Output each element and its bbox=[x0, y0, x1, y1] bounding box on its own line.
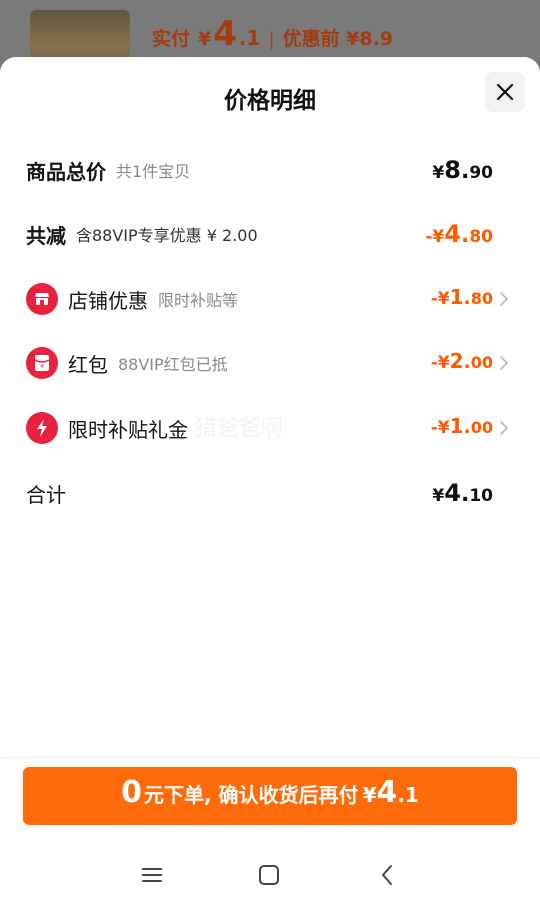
row-red-packet[interactable]: ¥ 红包 88VIP红包已抵 - ¥ 2 . 00 bbox=[0, 343, 540, 383]
amount-integer: 4 bbox=[444, 220, 461, 248]
shop-discount-label: 店铺优惠 bbox=[68, 288, 148, 313]
back-icon bbox=[382, 865, 392, 885]
paid-label: 实付 bbox=[152, 28, 191, 50]
amount-integer: 1 bbox=[449, 285, 464, 309]
amount-prefix: - bbox=[430, 418, 438, 438]
menu-button[interactable] bbox=[137, 860, 167, 890]
amount-yen: ¥ bbox=[437, 418, 450, 438]
amount-decimal: 00 bbox=[470, 353, 493, 372]
amount-prefix: - bbox=[430, 353, 438, 373]
cta-yen: ¥ bbox=[362, 783, 377, 807]
amount-decimal: 90 bbox=[469, 163, 493, 183]
red-packet-amount: - ¥ 2 . 00 bbox=[431, 343, 493, 383]
red-packet-label: 红包 bbox=[68, 352, 108, 377]
svg-text:¥: ¥ bbox=[40, 364, 44, 371]
sheet-title: 价格明细 bbox=[224, 88, 316, 114]
chevron-right-icon bbox=[500, 356, 509, 370]
order-button[interactable]: 0 元下单, 确认收货后再付 ¥ 4 .1 bbox=[23, 767, 517, 825]
shop-discount-amount: - ¥ 1 . 80 bbox=[431, 279, 493, 319]
bottom-divider bbox=[0, 757, 540, 758]
home-button[interactable] bbox=[254, 860, 284, 890]
amount-integer: 8 bbox=[444, 156, 461, 184]
amount-dot: . bbox=[460, 223, 470, 248]
amount-prefix: - bbox=[430, 289, 438, 309]
shop-icon bbox=[26, 283, 58, 315]
home-icon bbox=[259, 865, 279, 885]
shop-discount-note: 限时补贴等 bbox=[158, 291, 239, 310]
chevron-right-icon bbox=[500, 421, 509, 435]
amount-yen: ¥ bbox=[437, 289, 450, 309]
total-price-label: 商品总价 bbox=[26, 159, 106, 184]
amount-yen: ¥ bbox=[437, 353, 450, 373]
amount-yen: ¥ bbox=[432, 227, 445, 247]
back-button[interactable] bbox=[372, 860, 402, 890]
sum-amount: ¥ 4 . 10 bbox=[432, 473, 493, 513]
discount-amount: - ¥ 4 . 80 bbox=[425, 214, 493, 254]
chevron-right-icon bbox=[500, 292, 509, 306]
row-total-discount: 共减 含88VIP专享优惠 ¥ 2.00 - ¥ 4 . 80 bbox=[0, 214, 540, 254]
cta-text: 元下单, 确认收货后再付 bbox=[144, 783, 359, 807]
row-shop-discount[interactable]: 店铺优惠 限时补贴等 - ¥ 1 . 80 bbox=[0, 279, 540, 319]
paid-yen: ¥ bbox=[198, 28, 212, 50]
amount-yen: ¥ bbox=[432, 486, 445, 506]
amount-decimal: 10 bbox=[469, 486, 493, 506]
discount-vip-note: 含88VIP专享优惠 ¥ 2.00 bbox=[76, 226, 258, 245]
amount-decimal: 80 bbox=[469, 227, 493, 247]
paid-integer: 4 bbox=[213, 14, 237, 54]
amount-dot: . bbox=[460, 482, 470, 507]
discount-label: 共减 bbox=[26, 223, 66, 248]
lightning-icon bbox=[26, 412, 58, 444]
menu-icon bbox=[142, 868, 162, 882]
amount-integer: 4 bbox=[444, 479, 461, 507]
subsidy-label: 限时补贴礼金 bbox=[68, 417, 188, 442]
amount-dot: . bbox=[463, 416, 471, 438]
amount-integer: 2 bbox=[449, 349, 464, 373]
subsidy-amount: - ¥ 1 . 00 bbox=[431, 408, 493, 448]
cta-zero: 0 bbox=[121, 775, 142, 810]
amount-decimal: 00 bbox=[470, 418, 493, 437]
paid-price-line: 实付 ¥ 4 .1 | 优惠前 ¥8.9 bbox=[152, 14, 393, 54]
price-separator: | bbox=[268, 29, 275, 50]
system-navbar bbox=[0, 840, 540, 910]
total-price-amount: ¥ 8 . 90 bbox=[432, 150, 493, 190]
row-total-price: 商品总价 共1件宝贝 ¥ 8 . 90 bbox=[0, 150, 540, 190]
row-sum: 合计 ¥ 4 . 10 bbox=[0, 473, 540, 513]
row-subsidy[interactable]: 限时补贴礼金 - ¥ 1 . 00 bbox=[0, 408, 540, 448]
cta-integer: 4 bbox=[376, 775, 398, 810]
close-icon bbox=[496, 83, 514, 101]
red-packet-note: 88VIP红包已抵 bbox=[118, 355, 228, 374]
sum-label: 合计 bbox=[26, 482, 66, 507]
close-button[interactable] bbox=[485, 72, 525, 112]
paid-decimal: .1 bbox=[238, 26, 261, 50]
amount-dot: . bbox=[460, 159, 470, 184]
total-item-count: 共1件宝贝 bbox=[116, 162, 191, 181]
amount-dot: . bbox=[463, 351, 471, 373]
amount-prefix: - bbox=[425, 227, 433, 247]
red-packet-icon: ¥ bbox=[26, 347, 58, 379]
amount-integer: 1 bbox=[449, 414, 464, 438]
cta-decimal: .1 bbox=[397, 783, 419, 807]
original-price: 优惠前 ¥8.9 bbox=[282, 28, 394, 50]
amount-dot: . bbox=[463, 287, 471, 309]
amount-decimal: 80 bbox=[470, 289, 493, 308]
amount-yen: ¥ bbox=[432, 163, 445, 183]
